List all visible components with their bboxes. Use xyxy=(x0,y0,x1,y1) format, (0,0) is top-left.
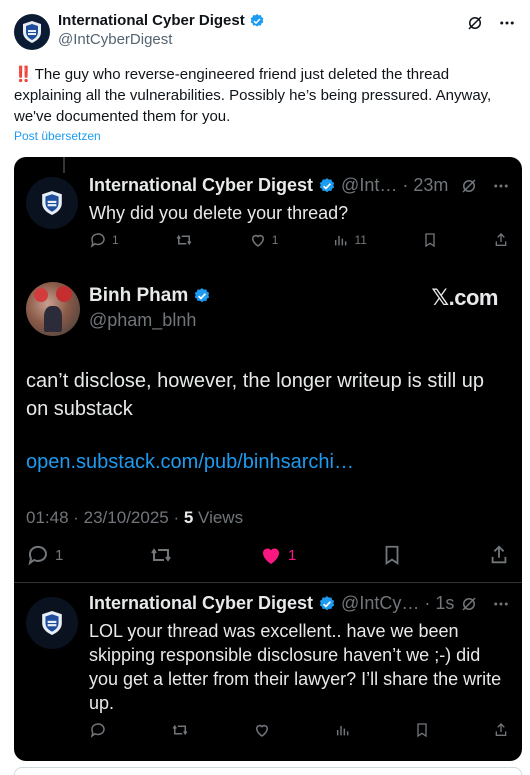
repost-action xyxy=(174,231,194,249)
x-com-logo: 𝕏.com xyxy=(431,285,498,310)
like-count: 1 xyxy=(271,233,279,247)
author-name: Binh Pham xyxy=(89,285,189,306)
views-count: 11 xyxy=(354,233,367,247)
more-icon xyxy=(494,184,508,188)
views-action: 11 xyxy=(333,232,367,248)
bookmark-icon xyxy=(385,545,399,565)
heart-icon xyxy=(251,234,264,247)
reply-icon xyxy=(28,545,47,566)
heart-icon xyxy=(256,724,269,737)
views-count: 5 xyxy=(183,508,194,527)
reply-icon xyxy=(90,233,105,248)
handle-time: @IntCy… · 1s xyxy=(341,593,455,613)
author-name: International Cyber Digest xyxy=(89,593,314,613)
bookmark-icon xyxy=(417,723,427,738)
grok-icon[interactable] xyxy=(466,14,484,32)
main-post-text: can’t disclose, however, the longer writ… xyxy=(26,370,485,420)
timestamp-text: 01:48 · 23/10/2025 · xyxy=(26,508,184,527)
grok-icon xyxy=(462,179,476,193)
author-name: International Cyber Digest xyxy=(89,175,314,195)
repost-icon xyxy=(172,724,188,736)
like-action: 1 xyxy=(259,543,296,567)
reply-2-corner-icons xyxy=(460,595,510,613)
reply-2-actions xyxy=(89,721,509,739)
views-icon xyxy=(335,236,347,246)
double-exclamation-icon: ‼️ xyxy=(14,66,33,83)
repost-icon xyxy=(151,548,172,562)
attached-screenshot[interactable]: International Cyber Digest @Int… · 23m W… xyxy=(14,157,522,761)
avatar[interactable] xyxy=(14,14,50,50)
main-post-header: Binh Pham xyxy=(89,285,211,307)
post-text: ‼️ The guy who reverse-engineered friend … xyxy=(14,64,519,127)
views-label: Views xyxy=(193,508,244,527)
avatar xyxy=(26,597,78,649)
share-icon xyxy=(495,233,507,246)
verified-badge-icon xyxy=(319,177,335,192)
repost-action xyxy=(148,543,174,567)
reply-action: 1 xyxy=(26,543,63,567)
reply-action: 1 xyxy=(89,231,119,249)
divider xyxy=(14,582,522,583)
shield-logo-icon xyxy=(42,191,62,215)
post-timestamp: 01:48 · 23/10/2025 · 5 Views xyxy=(26,508,243,528)
translate-link[interactable]: Post übersetzen xyxy=(14,129,101,143)
substack-link: open.substack.com/pub/binhsarchi… xyxy=(26,451,354,473)
main-post-actions: 1 1 xyxy=(26,543,510,567)
more-icon[interactable] xyxy=(498,14,516,32)
like-action: 1 xyxy=(249,231,279,249)
reply-count: 1 xyxy=(55,546,64,564)
reply-1-corner-icons xyxy=(460,177,510,195)
share-icon xyxy=(495,723,507,736)
reply-2-header: International Cyber Digest @IntCy… · 1s xyxy=(89,593,454,614)
avatar xyxy=(26,177,78,229)
avatar xyxy=(26,282,80,336)
header-actions xyxy=(466,14,516,32)
next-card-edge xyxy=(14,767,522,775)
author-name[interactable]: International Cyber Digest xyxy=(58,12,245,29)
heart-filled-icon xyxy=(263,548,279,564)
like-count: 1 xyxy=(288,546,297,564)
verified-badge-icon xyxy=(195,288,210,303)
shield-logo-icon xyxy=(23,21,41,43)
grok-icon xyxy=(462,597,476,611)
views-icon xyxy=(336,726,348,736)
reply-count: 1 xyxy=(112,233,119,247)
post-body: The guy who reverse-engineered friend ju… xyxy=(14,66,492,125)
thread-line xyxy=(63,157,65,173)
reply-2-text: LOL your thread was excellent.. have we … xyxy=(89,621,502,713)
author-name-row: International Cyber Digest xyxy=(58,12,265,29)
author-handle[interactable]: @IntCyberDigest xyxy=(58,31,172,48)
reply-icon xyxy=(90,723,105,738)
verified-badge-icon xyxy=(250,13,264,27)
bookmark-icon xyxy=(425,233,435,248)
reply-1-header: International Cyber Digest @Int… · 23m xyxy=(89,175,448,196)
reply-1-text: Why did you delete your thread? xyxy=(89,203,349,223)
author-handle: @pham_blnh xyxy=(89,310,197,330)
repost-icon xyxy=(176,234,192,246)
shield-logo-icon xyxy=(42,611,62,635)
more-icon xyxy=(494,602,508,606)
handle-time: @Int… · 23m xyxy=(341,175,449,195)
reply-1-actions: 1 1 11 xyxy=(89,231,509,249)
verified-badge-icon xyxy=(319,595,335,610)
share-icon xyxy=(491,545,507,564)
